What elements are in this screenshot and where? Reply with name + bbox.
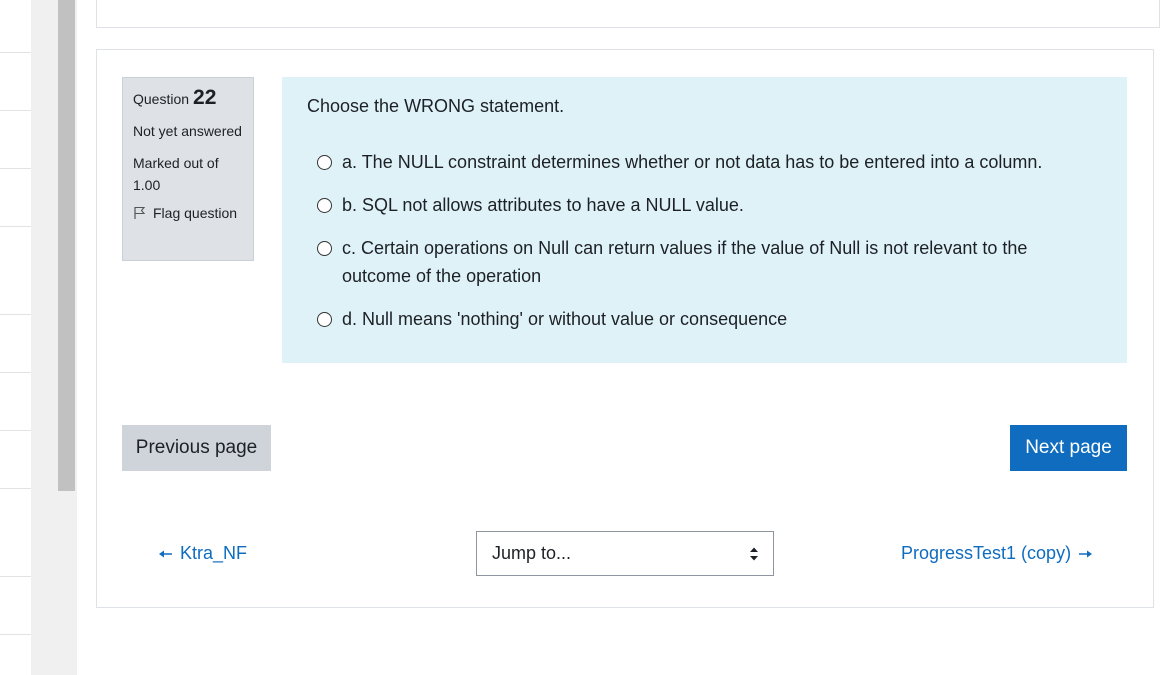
next-activity-link[interactable]: ProgressTest1 (copy) <box>901 543 1093 564</box>
previous-page-button[interactable]: Previous page <box>122 425 271 471</box>
nav-row <box>0 111 31 169</box>
arrow-left-icon <box>159 550 172 557</box>
scrollbar-track[interactable] <box>31 0 77 675</box>
previous-activity-label: Ktra_NF <box>180 543 248 563</box>
next-page-button[interactable]: Next page <box>1010 425 1127 471</box>
nav-row <box>0 169 31 227</box>
radio-b[interactable] <box>317 198 332 213</box>
jump-to-select[interactable]: Jump to... <box>476 531 774 576</box>
nav-row <box>0 0 31 53</box>
answer-label-c: c. Certain operations on Null can return… <box>342 238 1028 286</box>
question-text: Choose the WRONG statement. <box>307 96 565 116</box>
question-number-label: Question <box>133 91 190 107</box>
answer-label-a: a. The NULL constraint determines whethe… <box>342 152 1043 172</box>
answer-option-a[interactable]: a. The NULL constraint determines whethe… <box>317 148 1097 176</box>
question-number-row: Question 22 <box>133 86 243 110</box>
question-info: Question 22 Not yet answered Marked out o… <box>122 77 254 261</box>
flag-question-label: Flag question <box>153 205 238 221</box>
previous-card <box>96 0 1160 28</box>
question-state: Not yet answered <box>133 123 242 139</box>
jump-to-value: Jump to... <box>492 543 572 563</box>
question-number: 22 <box>193 86 217 109</box>
nav-row <box>0 227 31 315</box>
radio-a[interactable] <box>317 155 332 170</box>
question-grade: Marked out of 1.00 <box>133 155 219 193</box>
left-nav-strip <box>0 0 32 675</box>
next-activity-label: ProgressTest1 (copy) <box>901 543 1072 563</box>
radio-c[interactable] <box>317 241 332 256</box>
flag-question-link[interactable]: Flag question <box>133 205 243 221</box>
nav-row <box>0 577 31 635</box>
nav-row <box>0 431 31 489</box>
nav-row <box>0 373 31 431</box>
answer-label-d: d. Null means 'nothing' or without value… <box>342 309 788 329</box>
nav-row <box>0 315 31 373</box>
question-content: Choose the WRONG statement. a. The NULL … <box>282 77 1127 363</box>
flag-icon <box>134 206 146 219</box>
answer-label-b: b. SQL not allows attributes to have a N… <box>342 195 744 215</box>
nav-row <box>0 53 31 111</box>
answer-option-c[interactable]: c. Certain operations on Null can return… <box>317 234 1097 290</box>
scrollbar-thumb[interactable] <box>58 0 75 491</box>
arrow-right-icon <box>1079 550 1093 557</box>
previous-activity-link[interactable]: Ktra_NF <box>158 543 247 564</box>
nav-row <box>0 489 31 577</box>
answer-option-d[interactable]: d. Null means 'nothing' or without value… <box>317 305 1097 333</box>
select-arrows-icon <box>750 547 758 561</box>
answer-option-b[interactable]: b. SQL not allows attributes to have a N… <box>317 191 1097 219</box>
radio-d[interactable] <box>317 312 332 327</box>
